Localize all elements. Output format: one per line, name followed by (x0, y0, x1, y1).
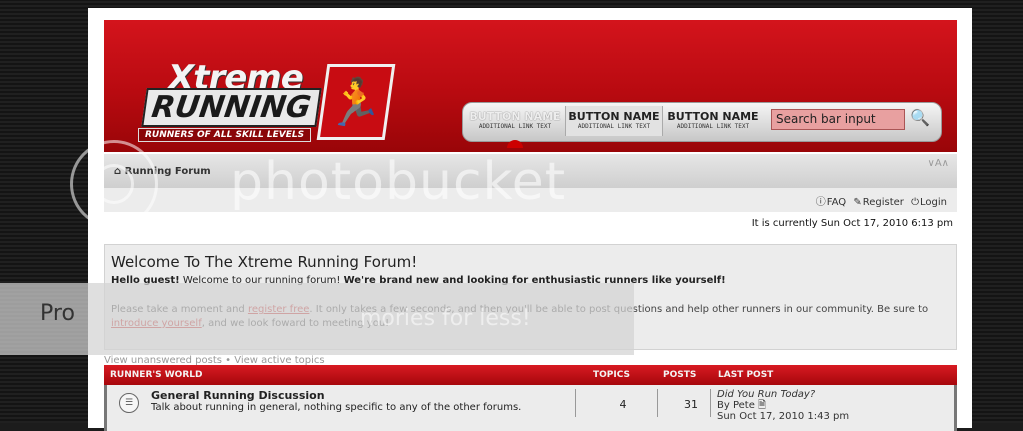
login-link[interactable]: Login (920, 197, 947, 208)
nav-button-sublabel: ADDITIONAL LINK TEXT (577, 123, 651, 130)
register-free-link[interactable]: register free (248, 304, 309, 315)
column-divider (575, 389, 576, 417)
category-title[interactable]: RUNNER'S WORLD (110, 370, 202, 380)
forum-topics-count: 4 (619, 398, 627, 411)
column-divider (710, 389, 711, 417)
paragraph-text-b: . It only takes a few seconds, and then … (309, 304, 929, 315)
welcome-box: Welcome To The Xtreme Running Forum! Hel… (104, 244, 957, 350)
greeting-bold: Hello guest! (111, 275, 180, 286)
nav-button-sublabel: ADDITIONAL LINK TEXT (478, 123, 552, 130)
greeting-text: Welcome to our running forum! (179, 275, 344, 286)
faq-link[interactable]: FAQ (827, 197, 846, 208)
last-post-info: Did You Run Today? By Pete 🗎 Sun Oct 17,… (717, 389, 849, 422)
nav-button-1[interactable]: BUTTON NAME ADDITIONAL LINK TEXT (467, 106, 563, 148)
col-topics-header: TOPICS (593, 370, 630, 380)
user-links-bar: ⓘFAQ ✎Register ⏻Login (104, 188, 957, 212)
search-icon[interactable]: 🔍 (909, 107, 931, 129)
welcome-title: Welcome To The Xtreme Running Forum! (111, 253, 418, 271)
view-latest-post-icon[interactable]: 🗎 (758, 400, 766, 411)
welcome-paragraph: Please take a moment and register free. … (111, 303, 951, 331)
register-link[interactable]: Register (863, 197, 904, 208)
forum-description: Talk about running in general, nothing s… (151, 402, 522, 413)
main-nav: BUTTON NAME ADDITIONAL LINK TEXT BUTTON … (462, 102, 942, 148)
forum-row[interactable]: ☰ General Running Discussion Talk about … (104, 385, 957, 431)
forum-category-header: RUNNER'S WORLD TOPICS POSTS LAST POST (104, 365, 957, 385)
nav-button-label: BUTTON NAME (667, 110, 759, 123)
search-input[interactable]: Search bar input (771, 109, 905, 130)
nav-button-label: BUTTON NAME (568, 110, 660, 123)
welcome-greeting: Hello guest! Welcome to our running foru… (111, 275, 726, 286)
forum-title-link[interactable]: General Running Discussion (151, 389, 325, 402)
paragraph-text-c: , and we look foward to meeting you! (201, 318, 390, 329)
col-posts-header: POSTS (663, 370, 697, 380)
font-resize-control[interactable]: ∨A∧ (928, 158, 949, 169)
logo-tagline: RUNNERS OF ALL SKILL LEVELS (138, 128, 312, 142)
user-links: ⓘFAQ ✎Register ⏻Login (812, 193, 947, 208)
col-last-post-header: LAST POST (718, 370, 774, 380)
faq-icon: ⓘ (815, 197, 826, 208)
column-divider (657, 389, 658, 417)
greeting-bold-2: We're brand new and looking for enthusia… (343, 275, 726, 286)
last-post-date: Sun Oct 17, 2010 1:43 pm (717, 411, 850, 422)
forum-page: Xtreme RUNNING 🏃 RUNNERS OF ALL SKILL LE… (88, 8, 972, 431)
runner-icon: 🏃 (316, 64, 396, 140)
breadcrumb[interactable]: ⌂ Running Forum (114, 166, 211, 177)
logo-word-running: RUNNING (141, 88, 322, 127)
forum-read-icon: ☰ (119, 393, 139, 413)
breadcrumb-bar: ⌂ Running Forum ∨A∧ (104, 154, 957, 188)
nav-button-sublabel: ADDITIONAL LINK TEXT (676, 123, 750, 130)
power-icon: ⏻ (911, 197, 920, 208)
home-icon: ⌂ (114, 166, 122, 177)
forum-posts-count: 31 (684, 398, 698, 411)
current-time: It is currently Sun Oct 17, 2010 6:13 pm (751, 218, 953, 229)
last-post-author[interactable]: By Pete (717, 400, 755, 411)
paragraph-text-a: Please take a moment and (111, 304, 248, 315)
register-icon: ✎ (853, 197, 862, 208)
nav-button-3[interactable]: BUTTON NAME ADDITIONAL LINK TEXT (665, 106, 761, 136)
site-logo[interactable]: Xtreme RUNNING 🏃 RUNNERS OF ALL SKILL LE… (138, 58, 408, 144)
nav-button-label: BUTTON NAME (469, 110, 561, 123)
last-post-title-link[interactable]: Did You Run Today? (717, 389, 815, 400)
breadcrumb-label: Running Forum (124, 166, 211, 177)
introduce-yourself-link[interactable]: introduce yourself (111, 318, 202, 329)
active-indicator-icon (507, 140, 523, 148)
site-header: Xtreme RUNNING 🏃 RUNNERS OF ALL SKILL LE… (104, 20, 957, 152)
nav-button-2[interactable]: BUTTON NAME ADDITIONAL LINK TEXT (565, 106, 663, 136)
